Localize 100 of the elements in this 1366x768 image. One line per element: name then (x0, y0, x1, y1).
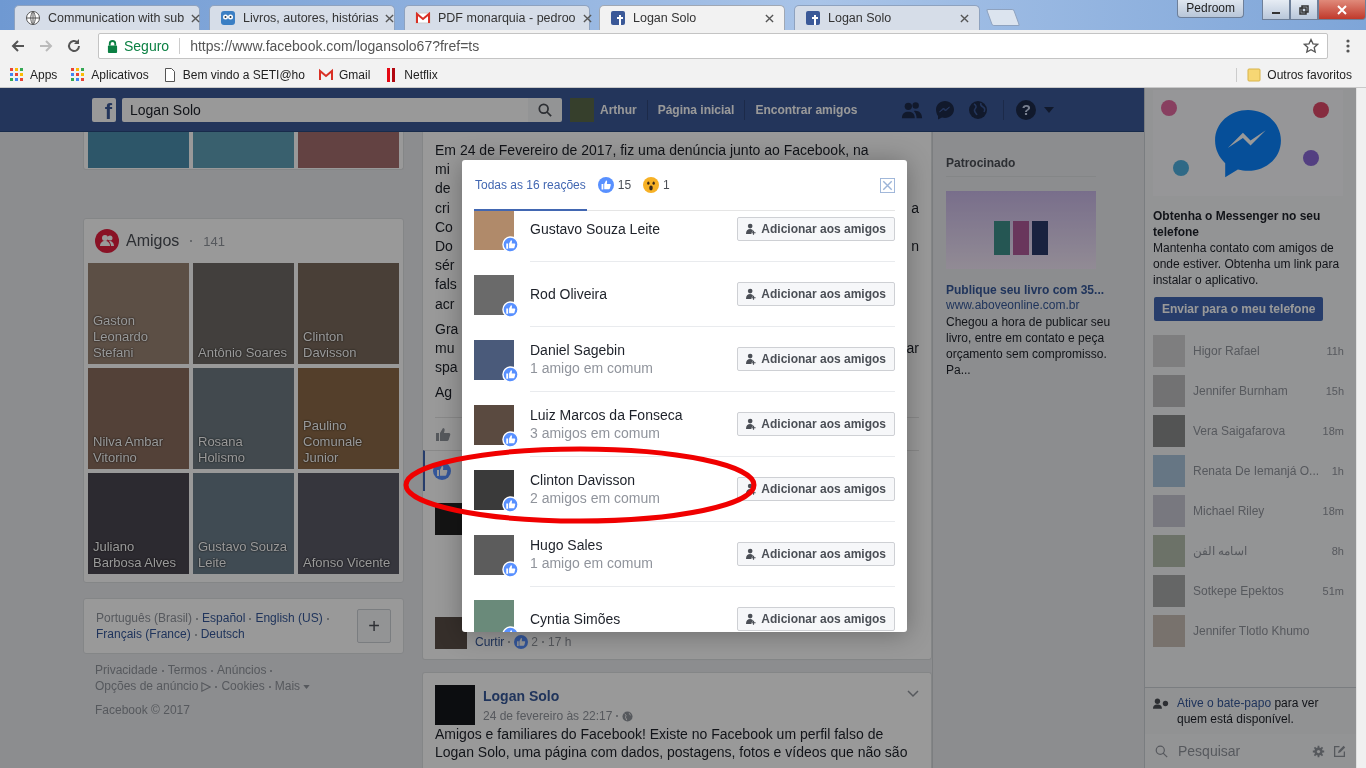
close-icon[interactable] (191, 13, 201, 23)
friend-tile[interactable]: Nilva Ambar Vitorino (88, 368, 189, 469)
language-link[interactable]: Français (France) (96, 627, 191, 641)
add-friend-button[interactable]: Adicionar aos amigos (737, 412, 895, 436)
search-button[interactable] (528, 97, 562, 122)
search-field[interactable]: Logan Solo (122, 97, 528, 122)
add-friend-button[interactable]: Adicionar aos amigos (737, 477, 895, 501)
browser-tab[interactable]: Logan Solo (599, 5, 785, 30)
mutual-friends-text[interactable]: 3 amigos em comum (530, 424, 683, 442)
bookmark-link[interactable]: Aplicativos (71, 67, 149, 82)
chat-contact[interactable]: Jennifer Burnham 15h (1145, 371, 1356, 411)
add-friend-button[interactable]: Adicionar aos amigos (737, 347, 895, 371)
mutual-friends-text[interactable]: 2 amigos em comum (530, 489, 660, 507)
close-window-button[interactable] (1318, 0, 1366, 20)
activate-chat-link[interactable]: Ative o bate-papo (1177, 696, 1272, 710)
browser-tab[interactable]: Logan Solo (794, 5, 980, 30)
globe-icon (622, 710, 634, 722)
card-title[interactable]: Amigos (126, 232, 180, 250)
avatar-placeholder[interactable] (474, 534, 514, 575)
mutual-friends-text[interactable]: 1 amigo em comum (530, 554, 653, 572)
friend-tile[interactable]: Antônio Soares (193, 263, 294, 364)
person-name[interactable]: Gustavo Souza Leite (530, 220, 660, 238)
scrollbar[interactable] (1356, 88, 1366, 768)
person-name[interactable]: Rod Oliveira (530, 285, 608, 303)
avatar-placeholder[interactable] (474, 404, 514, 445)
friend-tile[interactable]: Gustavo Souza Leite (193, 473, 294, 574)
person-name[interactable]: Cyntia Simões (530, 610, 621, 628)
add-friend-button[interactable]: Adicionar aos amigos (737, 607, 895, 631)
person-name[interactable]: Clinton Davisson (530, 471, 660, 489)
reaction-tab[interactable]: 15 (596, 160, 633, 211)
person-name[interactable]: Luiz Marcos da Fonseca (530, 406, 683, 424)
square-icon (805, 10, 821, 26)
post-date[interactable]: 24 de fevereiro às 22:17 (483, 709, 613, 723)
chat-contact[interactable]: Michael Riley 18m (1145, 491, 1356, 531)
person-name[interactable]: Daniel Sagebin (530, 341, 653, 359)
back-arrow-icon[interactable] (10, 38, 26, 54)
maximize-button[interactable] (1290, 0, 1318, 20)
reload-icon[interactable] (66, 38, 82, 54)
avatar-placeholder[interactable] (474, 339, 514, 380)
avatar-placeholder[interactable] (474, 274, 514, 315)
add-friend-button[interactable]: Adicionar aos amigos (737, 217, 895, 241)
friend-tile[interactable]: Clinton Davisson (298, 263, 399, 364)
post-text: de (435, 179, 451, 199)
logo[interactable]: f (92, 97, 116, 122)
language-link[interactable]: English (US) (255, 611, 323, 625)
ad-title-link[interactable]: Publique seu livro com 35... (946, 283, 1132, 297)
nav-link[interactable]: Encontrar amigos (755, 102, 858, 117)
avatar-placeholder (570, 97, 594, 122)
bookmark-link[interactable]: Netflix (384, 67, 438, 82)
send-to-phone-button[interactable]: Enviar para o meu telefone (1154, 297, 1324, 321)
chat-search-field[interactable]: Pesquisar (1176, 742, 1304, 760)
add-friend-button[interactable]: Adicionar aos amigos (737, 282, 895, 306)
add-language-button[interactable]: + (357, 609, 391, 643)
chat-contact[interactable]: Sotkepe Epektos 51m (1145, 571, 1356, 611)
thumbs-up-icon[interactable] (435, 425, 451, 442)
bookmark-link[interactable]: Gmail (318, 67, 371, 82)
address-bar[interactable]: Seguro https://www.facebook.com/logansolo67?fref=ts (98, 33, 1328, 59)
friend-tile[interactable]: Juliano Barbosa Alves (88, 473, 189, 574)
friend-tile[interactable]: Afonso Vicente (298, 473, 399, 574)
author-name[interactable]: Logan Solo (483, 688, 899, 704)
friend-tile[interactable]: Gaston Leonardo Stefani (88, 263, 189, 364)
profile-link[interactable]: Arthur (570, 97, 637, 122)
friend-tile[interactable]: Paulino Comunale Junior (298, 368, 399, 469)
browser-tab[interactable]: Communication with sub (14, 5, 200, 30)
add-friend-button[interactable]: Adicionar aos amigos (737, 542, 895, 566)
browser-tab[interactable]: PDF monarquia - pedroo (404, 5, 590, 30)
close-icon[interactable] (385, 13, 395, 23)
star-icon[interactable] (1303, 38, 1319, 54)
language-link[interactable]: Deutsch (200, 627, 245, 641)
person-name[interactable]: Hugo Sales (530, 536, 653, 554)
close-icon[interactable] (582, 13, 592, 23)
close-icon[interactable] (765, 13, 774, 23)
mutual-friends-text[interactable]: 1 amigo em comum (530, 359, 653, 377)
reaction-tab[interactable]: 1 (642, 160, 671, 211)
close-icon (1336, 3, 1348, 16)
like-link[interactable]: Curtir (475, 635, 505, 649)
ad-url[interactable]: www.aboveonline.com.br (946, 298, 1132, 312)
profile-button[interactable]: Pedroom (1177, 0, 1244, 18)
bookmark-link[interactable]: Apps (10, 67, 58, 82)
compose-icon[interactable] (1333, 744, 1346, 758)
chevron-down-icon[interactable] (907, 690, 919, 698)
minimize-button[interactable] (1262, 0, 1290, 20)
bookmark-folder-link[interactable]: Outros favoritos (1236, 67, 1352, 82)
chat-contact[interactable]: Vera Saigafarova 18m (1145, 411, 1356, 451)
settings-icon[interactable] (1312, 744, 1325, 758)
bookmark-link[interactable]: Bem vindo a SETI@ho (162, 67, 305, 82)
surprised-emoji-icon (643, 176, 660, 193)
chat-contact[interactable]: Higor Rafael 11h (1145, 331, 1356, 371)
ad-image-placeholder[interactable] (946, 191, 1096, 269)
language-link[interactable]: Português (Brasil) (96, 611, 193, 625)
friend-tile[interactable]: Rosana Holismo (193, 368, 294, 469)
friends-icon (95, 229, 119, 253)
browser-tab[interactable]: Livros, autores, histórias (209, 5, 395, 30)
nav-link[interactable]: Página inicial (657, 102, 735, 117)
help-button[interactable]: ? (1016, 99, 1037, 120)
chat-contact[interactable]: Jennifer Tlotlo Khumo (1145, 611, 1356, 651)
close-icon[interactable] (960, 13, 969, 23)
language-link[interactable]: Español (202, 611, 246, 625)
avatar-placeholder[interactable] (474, 469, 514, 510)
envelope-icon (415, 10, 431, 26)
